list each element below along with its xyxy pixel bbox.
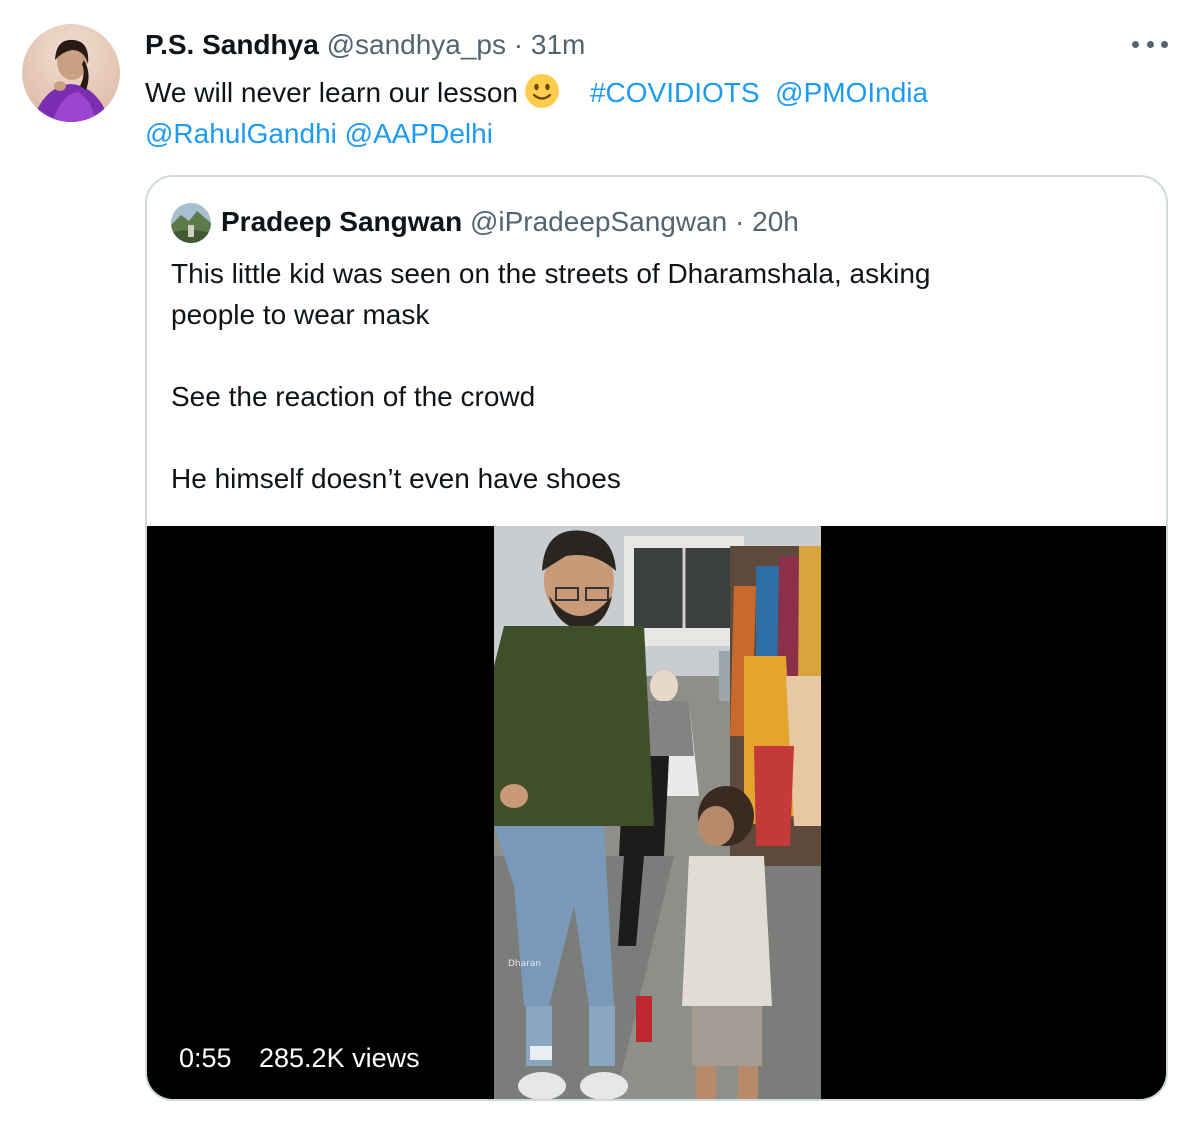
more-dot: [1146, 40, 1154, 48]
tweet-text: We will never learn our lesson #COVIDIOT…: [145, 72, 1145, 154]
mention-link-rahulgandhi[interactable]: @RahulGandhi: [145, 118, 337, 149]
more-dots-icon[interactable]: [1132, 30, 1168, 58]
avatar[interactable]: [22, 24, 120, 122]
separator-dot: ·: [513, 29, 524, 60]
slightly-smiling-face-icon: [524, 74, 559, 108]
quoted-avatar[interactable]: [171, 203, 211, 243]
tweet-header: P.S. Sandhya @sandhya_ps · 31m: [145, 28, 585, 62]
quoted-text-line: See the reaction of the crowd: [171, 381, 536, 412]
quoted-separator-dot: ·: [735, 206, 745, 237]
quoted-time[interactable]: 20h: [752, 206, 799, 237]
tweet-time[interactable]: 31m: [531, 29, 585, 60]
quoted-text-line: people to wear mask: [171, 299, 430, 330]
avatar-image: [22, 24, 120, 122]
video-frame: Dharan: [494, 526, 821, 1099]
more-dot: [1132, 40, 1139, 48]
more-dot: [1161, 40, 1168, 48]
quoted-text-line: [171, 335, 1131, 376]
quoted-text-line: He himself doesn’t even have shoes: [171, 463, 621, 494]
mention-link-aapdelhi[interactable]: @AAPDelhi: [345, 118, 493, 149]
quoted-text-line: [171, 417, 1131, 458]
video-player[interactable]: Dharan 0:55 285.2K views: [147, 526, 1166, 1099]
video-views: 285.2K views: [259, 1043, 420, 1073]
quoted-text-line: This little kid was seen on the streets …: [171, 258, 931, 289]
quoted-header: Pradeep Sangwan @iPradeepSangwan · 20h: [221, 205, 799, 239]
quoted-tweet-card[interactable]: Pradeep Sangwan @iPradeepSangwan · 20h T…: [145, 175, 1168, 1101]
author-handle[interactable]: @sandhya_ps: [327, 29, 506, 60]
video-duration: 0:55: [179, 1043, 232, 1073]
quoted-author-handle[interactable]: @iPradeepSangwan: [470, 206, 727, 237]
tweet-body: We will never learn our lesson: [145, 77, 518, 108]
hashtag-link[interactable]: #COVIDIOTS: [590, 77, 760, 108]
svg-text:Dharan: Dharan: [508, 959, 541, 969]
quoted-text: This little kid was seen on the streets …: [171, 253, 1131, 499]
quoted-avatar-image: [171, 203, 211, 243]
mention-link-pmoindia[interactable]: @PMOIndia: [775, 77, 928, 108]
author-name[interactable]: P.S. Sandhya: [145, 29, 319, 60]
quoted-author-name[interactable]: Pradeep Sangwan: [221, 206, 462, 237]
